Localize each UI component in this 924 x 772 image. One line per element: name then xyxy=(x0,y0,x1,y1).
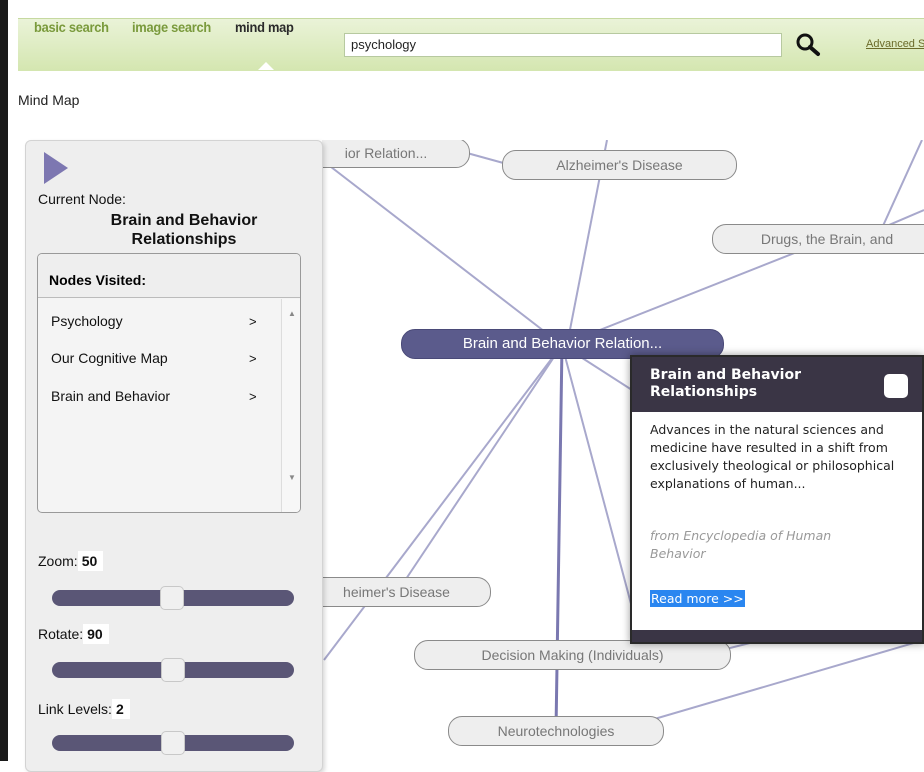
popup-body: Advances in the natural sciences and med… xyxy=(650,422,895,491)
map-node-drugs-brain[interactable]: Drugs, the Brain, and xyxy=(712,224,924,254)
search-input[interactable]: psychology xyxy=(344,33,782,57)
zoom-value: 50 xyxy=(77,551,104,571)
rotate-slider-handle[interactable] xyxy=(161,658,185,682)
rotate-label: Rotate: 90 xyxy=(38,624,109,644)
current-node-label: Current Node: xyxy=(38,191,126,207)
search-icon[interactable] xyxy=(795,32,821,58)
map-node-alzheimers-disease[interactable]: Alzheimer's Disease xyxy=(502,150,737,180)
rotate-slider[interactable] xyxy=(52,658,294,682)
link-levels-value: 2 xyxy=(111,699,130,719)
popup-footer xyxy=(632,630,922,642)
nodes-visited-box: Nodes Visited: Psychology > Our Cognitiv… xyxy=(37,253,301,513)
zoom-slider-handle[interactable] xyxy=(160,586,184,610)
active-tab-pointer xyxy=(258,62,274,70)
nav-mind-map[interactable]: mind map xyxy=(235,19,294,35)
play-icon[interactable] xyxy=(44,152,68,184)
visited-item-arrow[interactable]: > xyxy=(249,351,257,366)
read-more-link[interactable]: Read more >> xyxy=(650,590,745,607)
link-levels-label: Link Levels: 2 xyxy=(38,699,130,719)
visited-item-arrow[interactable]: > xyxy=(249,314,257,329)
rotate-value: 90 xyxy=(83,624,109,644)
scroll-down-icon[interactable]: ▼ xyxy=(288,473,296,482)
nav-basic-search[interactable]: basic search xyxy=(34,19,109,35)
popup-source: from Encyclopedia of Human Behavior xyxy=(650,528,832,561)
nodes-visited-header: Nodes Visited: xyxy=(38,254,300,298)
map-node-neurotechnologies[interactable]: Neurotechnologies xyxy=(448,716,664,746)
map-node-brain-behavior-relation-left[interactable]: ior Relation... xyxy=(322,140,470,168)
zoom-slider[interactable] xyxy=(52,586,294,610)
link-levels-slider[interactable] xyxy=(52,731,294,755)
close-icon[interactable] xyxy=(884,374,908,398)
current-node-name: Brain and Behavior Relationships xyxy=(110,212,258,248)
link-levels-slider-handle[interactable] xyxy=(161,731,185,755)
popup-title: Brain and Behavior Relationships xyxy=(650,367,801,400)
visited-item-psychology[interactable]: Psychology xyxy=(51,313,123,329)
node-info-popup: Brain and Behavior Relationships Advance… xyxy=(630,355,924,644)
visited-item-cognitive-map[interactable]: Our Cognitive Map xyxy=(51,350,168,366)
map-node-decision-making[interactable]: Decision Making (Individuals) xyxy=(414,640,731,670)
window-edge xyxy=(0,0,8,761)
visited-item-arrow[interactable]: > xyxy=(249,389,257,404)
visited-scrollbar[interactable]: ▲ ▼ xyxy=(281,299,300,512)
page-title: Mind Map xyxy=(18,92,80,108)
nav-image-search[interactable]: image search xyxy=(132,19,211,35)
scroll-up-icon[interactable]: ▲ xyxy=(288,309,296,318)
zoom-label: Zoom: 50 xyxy=(38,551,104,571)
map-node-alzheimers-disease-bottom[interactable]: heimer's Disease xyxy=(322,577,491,607)
visited-item-brain-behavior[interactable]: Brain and Behavior xyxy=(51,388,170,404)
advanced-search-link[interactable]: Advanced S xyxy=(866,38,924,50)
